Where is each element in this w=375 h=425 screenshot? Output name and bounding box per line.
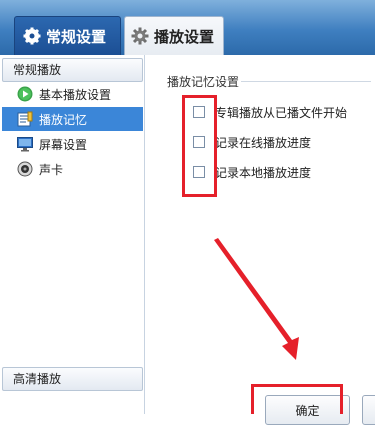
annotation-arrow: [214, 238, 299, 360]
